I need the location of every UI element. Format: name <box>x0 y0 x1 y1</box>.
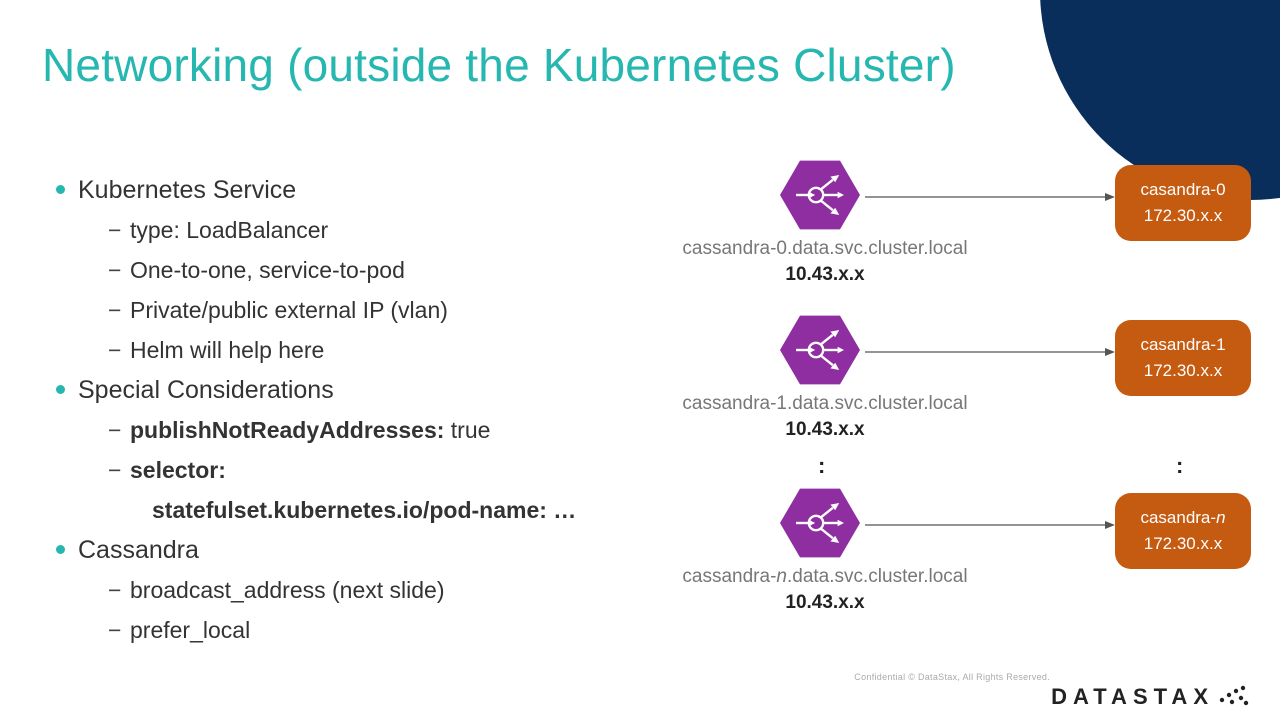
node-ip: 172.30.x.x <box>1123 358 1243 384</box>
arrow-icon <box>865 193 1115 201</box>
page-title: Networking (outside the Kubernetes Clust… <box>42 38 956 92</box>
bullet-k8s-service: Kubernetes Service type: LoadBalancer On… <box>56 170 616 370</box>
logo-dots-icon <box>1216 684 1250 706</box>
node-name: casandra-0 <box>1123 177 1243 203</box>
network-diagram: casandra-0 172.30.x.x cassandra-0.data.s… <box>660 160 1260 680</box>
vertical-ellipsis: : <box>1176 453 1183 479</box>
service-label: cassandra-n.data.svc.cluster.local 10.43… <box>660 564 990 616</box>
node-name: casandra-1 <box>1123 332 1243 358</box>
node-box: casandra-n 172.30.x.x <box>1115 493 1251 569</box>
node-ip: 172.30.x.x <box>1123 531 1243 557</box>
node-ip: 172.30.x.x <box>1123 203 1243 229</box>
bullet-special: Special Considerations publishNotReadyAd… <box>56 370 616 530</box>
copyright-text: Confidential © DataStax, All Rights Rese… <box>854 672 1250 682</box>
sub-bullet: publishNotReadyAddresses: true <box>108 410 616 450</box>
slide: Networking (outside the Kubernetes Clust… <box>0 0 1280 720</box>
sub-bullet: selector: statefulset.kubernetes.io/pod-… <box>108 450 616 530</box>
sub-bullet: Private/public external IP (vlan) <box>108 290 616 330</box>
bullet-cassandra: Cassandra broadcast_address (next slide)… <box>56 530 616 650</box>
service-ip: 10.43.x.x <box>660 590 990 616</box>
sub-bullet: prefer_local <box>108 610 616 650</box>
sub-bullet: One-to-one, service-to-pod <box>108 250 616 290</box>
service-dns: cassandra-n.data.svc.cluster.local <box>660 564 990 590</box>
bullet-text: Kubernetes Service <box>78 176 296 204</box>
service-ip: 10.43.x.x <box>660 417 990 443</box>
node-name: casandra-n <box>1123 505 1243 531</box>
key-value: true <box>444 417 490 443</box>
arrow-icon <box>865 521 1115 529</box>
bullet-text: Special Considerations <box>78 376 334 404</box>
service-hexagon-icon <box>780 160 860 235</box>
diagram-row: casandra-1 172.30.x.x cassandra-1.data.s… <box>660 315 1260 455</box>
selector-value: statefulset.kubernetes.io/pod-name: … <box>152 490 616 530</box>
diagram-row: casandra-n 172.30.x.x cassandra-n.data.s… <box>660 488 1260 628</box>
vertical-ellipsis: : <box>818 453 825 479</box>
node-box: casandra-1 172.30.x.x <box>1115 320 1251 396</box>
service-label: cassandra-0.data.svc.cluster.local 10.43… <box>660 236 990 288</box>
sub-bullet: Helm will help here <box>108 330 616 370</box>
service-dns: cassandra-1.data.svc.cluster.local <box>660 391 990 417</box>
sub-bullet: broadcast_address (next slide) <box>108 570 616 610</box>
key-label: selector: <box>130 457 226 483</box>
service-label: cassandra-1.data.svc.cluster.local 10.43… <box>660 391 990 443</box>
arrow-icon <box>865 348 1115 356</box>
service-dns: cassandra-0.data.svc.cluster.local <box>660 236 990 262</box>
sub-bullet: type: LoadBalancer <box>108 210 616 250</box>
datastax-logo: DATASTAX <box>854 684 1250 710</box>
bullet-text: Cassandra <box>78 536 199 564</box>
service-hexagon-icon <box>780 488 860 563</box>
service-hexagon-icon <box>780 315 860 390</box>
service-ip: 10.43.x.x <box>660 262 990 288</box>
footer: Confidential © DataStax, All Rights Rese… <box>854 672 1250 710</box>
node-box: casandra-0 172.30.x.x <box>1115 165 1251 241</box>
logo-text: DATASTAX <box>1051 684 1214 709</box>
diagram-row: casandra-0 172.30.x.x cassandra-0.data.s… <box>660 160 1260 300</box>
bullet-content: Kubernetes Service type: LoadBalancer On… <box>56 170 616 650</box>
key-label: publishNotReadyAddresses: <box>130 417 444 443</box>
